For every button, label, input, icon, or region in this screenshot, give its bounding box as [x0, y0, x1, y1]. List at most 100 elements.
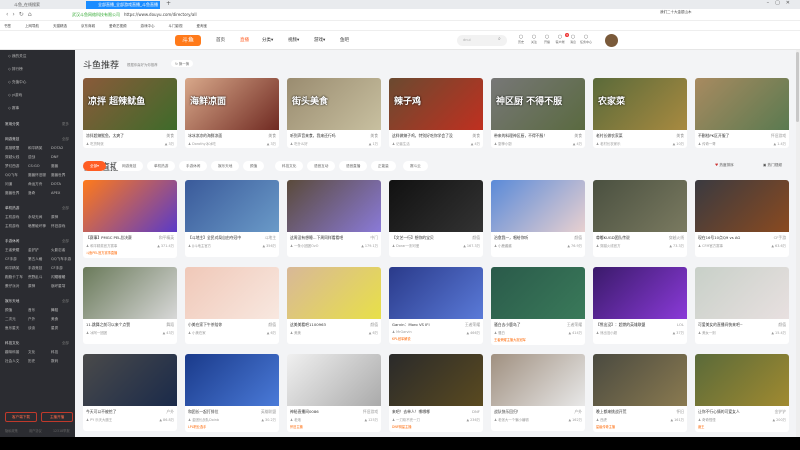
sidebar-category[interactable]: 趣味科普 [5, 350, 27, 355]
streamer-name[interactable]: 和平精英官方赛事 [90, 244, 117, 248]
streamer-name[interactable]: CFM官方赛事 [702, 244, 723, 248]
thumbnail[interactable] [695, 267, 789, 319]
streamer-name[interactable]: 传奇一哥 [702, 142, 716, 146]
thumbnail[interactable]: 街头美食 [287, 78, 381, 130]
thumbnail[interactable] [185, 180, 279, 232]
thumbnail[interactable] [389, 180, 483, 232]
sidebar-group-more[interactable]: 全部 [62, 206, 69, 211]
filter-chip[interactable]: 娱乐天地 [211, 161, 240, 171]
bookmark-item[interactable]: 爱淘宝 [197, 24, 208, 28]
sidebar-category[interactable]: 逆战 [28, 155, 50, 160]
live-room-card[interactable]: 和团长一起打排位 英雄联盟 ♟ 金团长战队Doinb ▲ 30.2万 LPL职业选手 [185, 354, 279, 432]
streamer-name[interactable]: MrGarvin [396, 330, 412, 334]
streamer-name[interactable]: 一刀砍不完一刀 [396, 418, 420, 422]
sidebar-top-item[interactable]: ◇ 排行榜 [8, 67, 23, 72]
card-title[interactable]: 【文艺一行】想你的宝贝 颜值 [389, 232, 483, 241]
sidebar-category[interactable]: 穿越火线 [5, 155, 27, 160]
live-room-card[interactable]: 这周没有想睡…下周同样看看吧 中门 ♟ 一条小团团OvO ▲ 179.1万 [287, 180, 381, 257]
thumbnail[interactable] [389, 267, 483, 319]
live-room-card[interactable]: 【赛事】PMGC PEL总决赛 和平精英 ♟ 和平精英官方赛事 ▲ 371.4万 斗鱼P… [83, 180, 177, 258]
sidebar-category[interactable]: 命运方舟 [28, 182, 50, 187]
sidebar-category[interactable]: 社会人文 [5, 359, 27, 364]
recommend-card[interactable]: 神区厨 不得不服 带来的料理神区厨，不得不服！ 美食 ♟ 厨神小厨 ▲ 4万 [491, 78, 585, 148]
streamer-name[interactable]: 记者生活 [396, 142, 410, 146]
sidebar-footer-link[interactable]: 12318举报 [53, 428, 70, 433]
card-category[interactable]: LOL [677, 322, 684, 327]
streamer-name[interactable]: PY 乐天大魔王 [90, 418, 112, 422]
thumbnail[interactable] [491, 180, 585, 232]
bookmark-item[interactable]: 上网导航 [25, 24, 39, 28]
card-title[interactable]: 这样做辣子鸡，特别好吃你学会了没 美食 [389, 130, 483, 139]
header-icon-button[interactable]: ○ 关注 [528, 34, 540, 44]
sidebar-top-item[interactable]: ◇ 充值中心 [8, 80, 26, 85]
thumbnail[interactable] [83, 354, 177, 406]
streamer-name[interactable]: 老张大一个骗小编辑 [498, 418, 529, 422]
sidebar-group-title[interactable]: 娱乐天地 [5, 299, 19, 304]
sidebar-category[interactable]: 魔兽怀旧服 [28, 173, 50, 178]
sidebar-group-more[interactable]: 全部 [62, 299, 69, 304]
header-icon-button[interactable]: ○ 历史 [515, 34, 527, 44]
sidebar-category[interactable]: 户外 [28, 317, 50, 322]
sidebar-category[interactable]: 手游竞技 [28, 266, 50, 271]
sidebar-top-item[interactable]: ◇ 我的关注 [8, 54, 26, 59]
live-room-card[interactable]: 治愈我一，唱给你听 颜值 ♟ 小鹿酱酱 ▲ 76.9万 [491, 180, 585, 257]
recommend-card[interactable]: 农家菜 老村长做农家菜 美食 ♟ 老村长农家乐 ▲ 10万 [593, 78, 687, 148]
start-streaming-button[interactable]: 主播开播 [41, 412, 73, 422]
streamer-name[interactable]: 厨神小厨 [498, 142, 512, 146]
thumbnail[interactable] [185, 267, 279, 319]
sidebar-category[interactable]: 第五人格 [28, 257, 50, 262]
streamer-name[interactable]: 美女一则 [702, 331, 716, 335]
sidebar-top-item[interactable]: ◇ 赛事 [8, 106, 19, 111]
live-room-card[interactable]: 神秘直播间0086 怀旧游戏 ♟ 老炮 ▲ 125万 怀旧主播 [287, 354, 381, 432]
thumbnail[interactable] [83, 180, 177, 232]
sidebar-category[interactable]: 原神 [28, 284, 50, 289]
sidebar-category[interactable]: 闪耀暖暖 [51, 275, 73, 280]
sidebar-category[interactable]: QQ飞车 [5, 173, 27, 178]
card-title[interactable]: 【斗地主】全民对局自由夺冠中 斗地主 [185, 232, 279, 241]
card-title[interactable]: 今天可以不被挖了 户外 [83, 406, 177, 415]
bookmark-item[interactable]: 京东商城 [81, 24, 95, 28]
streamer-name[interactable]: 熊出没小超 [600, 331, 617, 335]
browser-tab[interactable]: 斗鱼_在线搜索 [2, 1, 82, 9]
sidebar-category[interactable]: 历史 [28, 359, 50, 364]
sidebar-category[interactable]: 科技 [51, 350, 73, 355]
card-category[interactable]: DNF [472, 409, 480, 414]
bookmark-item[interactable]: 游戏中心 [141, 24, 155, 28]
streamer-name[interactable]: 骚白 [498, 331, 505, 335]
sidebar-group-title[interactable]: 单机热游 [5, 206, 19, 211]
sidebar-category[interactable]: 火影忍者 [51, 248, 73, 253]
sidebar-category[interactable]: 跑跑卡丁车 [5, 275, 27, 280]
thumbnail[interactable] [593, 180, 687, 232]
nav-item[interactable]: 游戏▾ [314, 37, 325, 43]
streamer-name[interactable]: 小美在家 [192, 331, 206, 335]
sidebar-category[interactable]: 星秀 [51, 326, 73, 331]
card-title[interactable]: 这周没有想睡…下周同样看看吧 中门 [287, 232, 381, 241]
sort-hot-link[interactable]: ♥ 热度排序 [715, 163, 734, 168]
sidebar-category[interactable]: 问道 [5, 182, 27, 187]
live-room-card[interactable]: 小美在家下午茶陪你 颜值 ♟ 小美在家 ▲ 6万 [185, 267, 279, 344]
live-room-card[interactable]: Garvin：Moro VS IFI 王者荣耀 ♟ MrGarvin ▲ 466万 KP… [389, 267, 483, 344]
filter-chip[interactable]: 单机热游 [147, 161, 176, 171]
nav-item[interactable]: 分类▾ [262, 37, 273, 43]
header-icon-button[interactable]: ○ 任务中心 [580, 34, 592, 44]
sidebar-category[interactable]: 永劫无间 [28, 215, 50, 220]
card-title[interactable]: Garvin：Moro VS IFI 王者荣耀 [389, 319, 483, 328]
sidebar-category[interactable]: 和平精英 [28, 146, 50, 151]
thumbnail[interactable] [389, 354, 483, 406]
douyu-logo[interactable]: 斗鱼 [175, 35, 201, 46]
thumbnail[interactable]: 海鲜凉面 [185, 78, 279, 130]
streamer-name[interactable]: 吃货阿张 [90, 142, 104, 146]
card-title[interactable]: 来吧！去单人！哪哪哪 DNF [389, 406, 483, 415]
bookmark-item[interactable]: 斗门影视 [169, 24, 183, 28]
avatar[interactable] [605, 34, 618, 47]
hot-video-link[interactable]: ▣ 热门视频 [763, 163, 782, 168]
nav-item[interactable]: 直播 [240, 37, 249, 43]
sidebar-group-more[interactable]: 更多 [62, 122, 69, 127]
live-room-card[interactable]: 今天可以不被挖了 户外 ♟ PY 乐天大魔王 ▲ 86.8万 [83, 354, 177, 431]
sidebar-top-item[interactable]: ◇ yi游戏 [8, 93, 22, 98]
card-title[interactable]: 冰冰凉凉的海鲜凉面 美食 [185, 130, 279, 139]
thumbnail[interactable] [593, 267, 687, 319]
live-room-card[interactable]: 可爱美女的直播间快来吧~ 颜值 ♟ 美女一则 ▲ 15.4万 [695, 267, 789, 344]
thumbnail[interactable] [287, 267, 381, 319]
filter-chip[interactable]: 正能量 [371, 161, 396, 171]
